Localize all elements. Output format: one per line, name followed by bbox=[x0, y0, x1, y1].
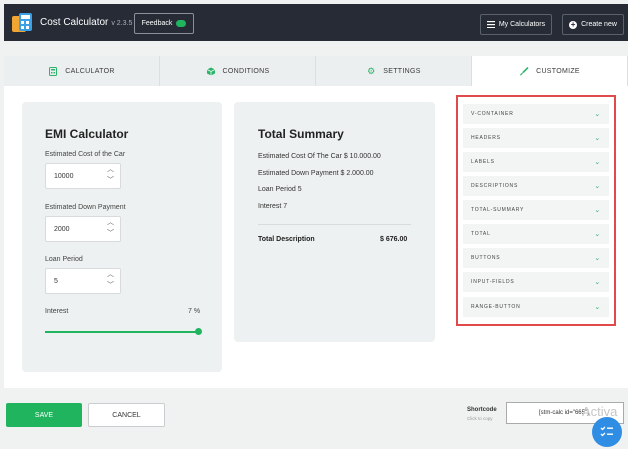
car-cost-input[interactable]: 10000 ︿ ﹀ bbox=[45, 163, 121, 189]
chevron-down-icon: ⌄ bbox=[594, 183, 601, 190]
chevron-down-icon: ⌄ bbox=[594, 279, 601, 286]
shortcode-label: Shortcode bbox=[467, 407, 497, 413]
chevron-down-icon: ⌄ bbox=[594, 255, 601, 262]
tab-calculator[interactable]: CALCULATOR bbox=[4, 56, 160, 86]
chevron-up-icon[interactable]: ︿ bbox=[107, 271, 114, 278]
chevron-down-icon[interactable]: ﹀ bbox=[107, 282, 114, 289]
chevron-up-icon[interactable]: ︿ bbox=[107, 219, 114, 226]
create-new-label: Create new bbox=[581, 21, 617, 28]
total-value: $ 676.00 bbox=[380, 236, 408, 243]
shortcode-hint: Click to copy bbox=[467, 416, 493, 421]
customize-item-label: LABELS bbox=[471, 159, 495, 165]
chevron-down-icon: ⌄ bbox=[594, 159, 601, 166]
tab-customize-label: CUSTOMIZE bbox=[536, 67, 580, 75]
loan-period-value: 5 bbox=[54, 277, 58, 285]
summary-divider bbox=[258, 224, 411, 225]
customize-item-input-fields[interactable]: INPUT-FIELDS ⌄ bbox=[463, 272, 609, 292]
chevron-down-icon: ⌄ bbox=[594, 135, 601, 142]
down-payment-input[interactable]: 2000 ︿ ﹀ bbox=[45, 216, 121, 242]
summary-line: Estimated Cost Of The Car $ 10.000.00 bbox=[258, 153, 381, 160]
interest-value: 7 % bbox=[188, 308, 201, 315]
brush-icon bbox=[520, 66, 529, 75]
tab-settings-label: SETTINGS bbox=[383, 67, 421, 75]
customize-item-headers[interactable]: HEADERS ⌄ bbox=[463, 128, 609, 148]
gear-icon: ⚙ bbox=[367, 65, 376, 76]
down-payment-stepper[interactable]: ︿ ﹀ bbox=[107, 219, 114, 237]
loan-period-input[interactable]: 5 ︿ ﹀ bbox=[45, 268, 121, 294]
chevron-down-icon: ⌄ bbox=[594, 231, 601, 238]
cube-icon bbox=[206, 67, 215, 75]
chevron-down-icon: ⌄ bbox=[594, 207, 601, 214]
summary-title: Total Summary bbox=[258, 127, 344, 141]
down-payment-value: 2000 bbox=[54, 225, 70, 233]
customize-item-label: HEADERS bbox=[471, 135, 501, 141]
tab-bar: CALCULATOR CONDITIONS ⚙ SETTINGS CUSTOMI… bbox=[4, 56, 628, 86]
tab-conditions-label: CONDITIONS bbox=[222, 67, 270, 75]
activation-watermark: Activa bbox=[582, 404, 618, 419]
chevron-down-icon: ⌄ bbox=[594, 111, 601, 118]
customize-item-label: BUTTONS bbox=[471, 255, 501, 261]
total-description-label: Total Description bbox=[258, 236, 315, 243]
customize-item-label: DESCRIPTIONS bbox=[471, 183, 519, 189]
chevron-down-icon: ⌄ bbox=[594, 304, 601, 311]
calculator-icon bbox=[49, 66, 58, 76]
list-icon bbox=[486, 21, 495, 28]
tab-calculator-label: CALCULATOR bbox=[65, 67, 115, 75]
chat-bubble-icon bbox=[176, 20, 187, 27]
customize-item-label: TOTAL bbox=[471, 231, 491, 237]
customize-item-label: INPUT-FIELDS bbox=[471, 279, 515, 285]
car-cost-stepper[interactable]: ︿ ﹀ bbox=[107, 166, 114, 184]
summary-line: Interest 7 bbox=[258, 203, 288, 210]
summary-line: Loan Period 5 bbox=[258, 186, 302, 193]
plus-icon: + bbox=[569, 19, 578, 29]
save-button[interactable]: SAVE bbox=[6, 403, 82, 427]
app-version: v 2.3.5 bbox=[111, 20, 133, 27]
app-title: Cost Calculator v 2.3.5 bbox=[40, 17, 132, 28]
help-fab-button[interactable] bbox=[592, 417, 622, 447]
feedback-label: Feedback bbox=[141, 20, 173, 27]
calculator-title: EMI Calculator bbox=[45, 127, 129, 141]
top-bar: Cost Calculator v 2.3.5 Feedback My Calcu… bbox=[4, 4, 628, 41]
feedback-button[interactable]: Feedback bbox=[134, 13, 194, 34]
create-new-button[interactable]: + Create new bbox=[562, 14, 624, 35]
calculator-logo-icon bbox=[12, 13, 32, 32]
customize-item-descriptions[interactable]: DESCRIPTIONS ⌄ bbox=[463, 176, 609, 196]
chevron-down-icon[interactable]: ﹀ bbox=[107, 177, 114, 184]
customize-item-label: TOTAL-SUMMARY bbox=[471, 207, 525, 213]
customize-item-total[interactable]: TOTAL ⌄ bbox=[463, 224, 609, 244]
tab-customize[interactable]: CUSTOMIZE bbox=[472, 56, 628, 86]
customize-item-range-button[interactable]: RANGE-BUTTON ⌄ bbox=[463, 297, 609, 317]
app-name: Cost Calculator bbox=[40, 17, 109, 28]
chevron-up-icon[interactable]: ︿ bbox=[107, 166, 114, 173]
checklist-icon bbox=[600, 426, 613, 437]
loan-period-stepper[interactable]: ︿ ﹀ bbox=[107, 271, 114, 289]
field-label-car-cost: Estimated Cost of the Car bbox=[45, 151, 126, 158]
customize-item-total-summary[interactable]: TOTAL-SUMMARY ⌄ bbox=[463, 200, 609, 220]
customize-item-label: RANGE-BUTTON bbox=[471, 304, 521, 310]
chevron-down-icon[interactable]: ﹀ bbox=[107, 230, 114, 237]
interest-slider-thumb[interactable] bbox=[195, 328, 202, 335]
cancel-button[interactable]: CANCEL bbox=[88, 403, 165, 427]
summary-line: Estimated Down Payment $ 2.000.00 bbox=[258, 170, 374, 177]
customize-item-label: V-CONTAINER bbox=[471, 111, 514, 117]
tab-settings[interactable]: ⚙ SETTINGS bbox=[316, 56, 472, 86]
customize-item-buttons[interactable]: BUTTONS ⌄ bbox=[463, 248, 609, 268]
my-calculators-button[interactable]: My Calculators bbox=[480, 14, 552, 35]
car-cost-value: 10000 bbox=[54, 172, 74, 180]
field-label-down-payment: Estimated Down Payment bbox=[45, 204, 126, 211]
customize-item-v-container[interactable]: V-CONTAINER ⌄ bbox=[463, 104, 609, 124]
field-label-loan-period: Loan Period bbox=[45, 256, 83, 263]
interest-slider[interactable] bbox=[45, 331, 201, 333]
customize-item-labels[interactable]: LABELS ⌄ bbox=[463, 152, 609, 172]
my-calculators-label: My Calculators bbox=[498, 21, 546, 28]
interest-label: Interest bbox=[45, 308, 69, 315]
tab-conditions[interactable]: CONDITIONS bbox=[160, 56, 316, 86]
